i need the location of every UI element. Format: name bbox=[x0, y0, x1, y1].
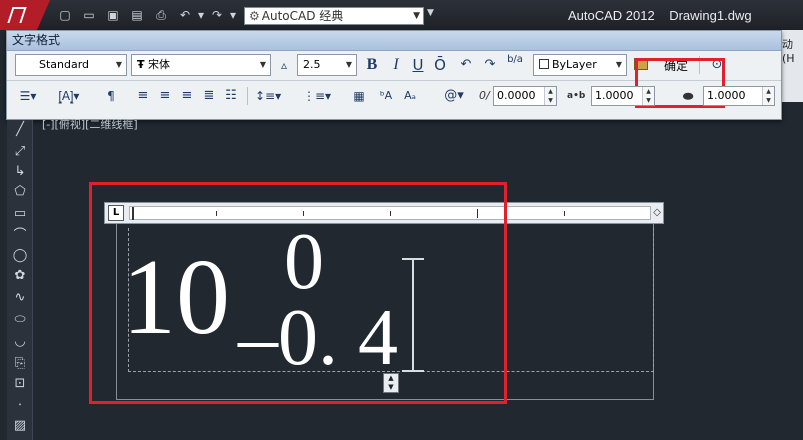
paragraph-icon[interactable]: ¶ bbox=[103, 85, 119, 107]
style-select[interactable]: Standard ▼ bbox=[15, 54, 127, 76]
annotative-icon[interactable]: ▵ bbox=[275, 54, 293, 76]
chevron-down-icon: ▼ bbox=[413, 11, 420, 21]
tracking-value: 1.0000 bbox=[595, 89, 634, 102]
ellipse-arc-icon[interactable]: ◡ bbox=[11, 334, 29, 350]
point-icon[interactable]: ⋅ bbox=[11, 398, 29, 414]
window-title: AutoCAD 2012 Drawing1.dwg bbox=[568, 8, 752, 23]
toolbar-row-formatting: Standard ▼ Ŧ 宋体 ▼ ▵ 2.5 ▼ B I U Ō ↶ ↷ b/… bbox=[7, 51, 781, 108]
chevron-down-icon: ▼ bbox=[615, 60, 623, 69]
polygon-icon[interactable]: ⬠ bbox=[11, 184, 29, 200]
save-as-icon[interactable]: ▤ bbox=[130, 8, 144, 22]
oblique-angle-icon: 0/ bbox=[479, 89, 490, 102]
undo-dropdown-icon[interactable]: ▾ bbox=[194, 8, 208, 22]
width-factor-value: 1.0000 bbox=[707, 89, 746, 102]
construction-line-icon[interactable]: ⤢ bbox=[11, 144, 29, 160]
line-spacing-icon[interactable]: ↕≡▾ bbox=[255, 85, 281, 107]
rectangle-icon[interactable]: ▭ bbox=[11, 206, 29, 222]
file-name: Drawing1.dwg bbox=[669, 8, 752, 23]
workspace-select[interactable]: ⚙ AutoCAD 经典 ▼ bbox=[244, 7, 424, 25]
color-value: ByLayer bbox=[552, 58, 597, 71]
width-handle-icon[interactable]: ◇ bbox=[653, 207, 661, 218]
redo-icon[interactable]: ↷ bbox=[210, 8, 224, 22]
text-height-select[interactable]: 2.5 ▼ bbox=[297, 54, 357, 76]
make-block-icon[interactable]: ⊡ bbox=[11, 376, 29, 392]
hatch-icon[interactable]: ▨ bbox=[11, 418, 29, 434]
color-select[interactable]: ByLayer ▼ bbox=[533, 54, 627, 76]
redo-dropdown-icon[interactable]: ▾ bbox=[226, 8, 240, 22]
gear-icon: ⚙ bbox=[249, 9, 260, 23]
symbol-icon[interactable]: @▾ bbox=[441, 85, 467, 107]
chevron-down-icon: ▼ bbox=[259, 60, 267, 69]
ribbon-edge: 动(H bbox=[781, 30, 803, 102]
justify-icon[interactable]: ≣ bbox=[201, 85, 217, 107]
quick-access-dropdown-icon[interactable]: ▼ bbox=[427, 8, 434, 18]
width-factor-icon: ⬬ bbox=[683, 89, 694, 103]
distribute-icon[interactable]: ☷ bbox=[223, 85, 239, 107]
uppercase-icon[interactable]: ᵇA bbox=[377, 85, 395, 107]
circle-icon[interactable]: ◯ bbox=[11, 248, 29, 264]
color-swatch-icon bbox=[539, 59, 549, 69]
title-bar: ▢ ▭ ▣ ▤ ⎙ ↶ ▾ ↷ ▾ ⚙ AutoCAD 经典 ▼ ▼ AutoCA… bbox=[0, 0, 803, 30]
spinner-icon[interactable]: ▲ ▼ bbox=[544, 87, 556, 105]
autocad-logo-icon[interactable] bbox=[0, 0, 50, 30]
undo-text-icon[interactable]: ↶ bbox=[457, 54, 475, 76]
style-value: Standard bbox=[39, 58, 90, 71]
save-icon[interactable]: ▣ bbox=[106, 8, 120, 22]
stack-button[interactable]: b/a bbox=[505, 54, 525, 76]
insert-block-icon[interactable]: ⎘ bbox=[11, 356, 29, 372]
bold-button[interactable]: B bbox=[363, 54, 381, 76]
text-formatting-toolbar: 文字格式 Standard ▼ Ŧ 宋体 ▼ ▵ 2.5 ▼ B I U Ō ↶… bbox=[6, 30, 782, 120]
align-left-icon[interactable]: ≡ bbox=[135, 85, 151, 107]
workspace-value: AutoCAD 经典 bbox=[261, 9, 344, 23]
print-icon[interactable]: ⎙ bbox=[154, 8, 168, 22]
tracking-input[interactable]: 1.0000 ▲ ▼ bbox=[591, 86, 655, 106]
open-file-icon[interactable]: ▭ bbox=[82, 8, 96, 22]
new-file-icon[interactable]: ▢ bbox=[58, 8, 72, 22]
ribbon-edge-text: 动(H bbox=[782, 38, 795, 65]
lowercase-icon[interactable]: Aₐ bbox=[401, 85, 419, 107]
text-height-value: 2.5 bbox=[303, 58, 321, 71]
line-icon[interactable]: ╱ bbox=[11, 122, 29, 138]
ruler-tick bbox=[564, 211, 565, 216]
app-title: AutoCAD 2012 bbox=[568, 8, 655, 23]
chevron-down-icon: ▼ bbox=[345, 60, 353, 69]
numbering-icon[interactable]: ⋮≡▾ bbox=[303, 85, 331, 107]
arc-icon[interactable]: ⌒ bbox=[11, 228, 29, 244]
chevron-down-icon: ▼ bbox=[115, 60, 123, 69]
ellipse-icon[interactable]: ⬭ bbox=[11, 312, 29, 328]
oblique-angle-value: 0.0000 bbox=[497, 89, 536, 102]
italic-button[interactable]: I bbox=[387, 54, 405, 76]
font-select[interactable]: Ŧ 宋体 ▼ bbox=[131, 54, 271, 76]
truetype-icon: Ŧ bbox=[137, 58, 145, 71]
spinner-icon[interactable]: ▲ ▼ bbox=[642, 87, 654, 105]
polyline-icon[interactable]: ↳ bbox=[11, 164, 29, 180]
toolbar-row-paragraph: ☰▾ ⦋A⦌▾ ¶ ≡ ≡ ≡ ≣ ☷ ↕≡▾ ⋮≡▾ ▦ ᵇA Aₐ @▾ 0… bbox=[7, 82, 781, 112]
tracking-icon: a•b bbox=[567, 91, 586, 101]
spline-icon[interactable]: ∿ bbox=[11, 290, 29, 306]
oblique-angle-input[interactable]: 0.0000 ▲ ▼ bbox=[493, 86, 557, 106]
draw-toolbar: ╱ ⤢ ↳ ⬠ ▭ ⌒ ◯ ✿ ∿ ⬭ ◡ ⎘ ⊡ ⋅ ▨ bbox=[7, 120, 33, 440]
divider bbox=[247, 87, 248, 105]
align-right-icon[interactable]: ≡ bbox=[179, 85, 195, 107]
viewport-controls[interactable]: [-][俯视][二维线框] bbox=[42, 116, 138, 132]
redo-text-icon[interactable]: ↷ bbox=[481, 54, 499, 76]
overline-button[interactable]: Ō bbox=[431, 54, 449, 76]
highlight-box-text bbox=[89, 182, 507, 404]
align-center-icon[interactable]: ≡ bbox=[157, 85, 173, 107]
underline-button[interactable]: U bbox=[409, 54, 427, 76]
columns-icon[interactable]: ☰▾ bbox=[15, 85, 41, 107]
width-factor-input[interactable]: 1.0000 ▲ ▼ bbox=[703, 86, 775, 106]
font-value: 宋体 bbox=[148, 58, 171, 71]
revision-cloud-icon[interactable]: ✿ bbox=[11, 268, 29, 284]
undo-icon[interactable]: ↶ bbox=[178, 8, 192, 22]
toolbar-title[interactable]: 文字格式 bbox=[7, 31, 781, 51]
spinner-icon[interactable]: ▲ ▼ bbox=[762, 87, 774, 105]
mtext-justification-icon[interactable]: ⦋A⦌▾ bbox=[55, 85, 83, 107]
insert-field-icon[interactable]: ▦ bbox=[351, 85, 367, 107]
